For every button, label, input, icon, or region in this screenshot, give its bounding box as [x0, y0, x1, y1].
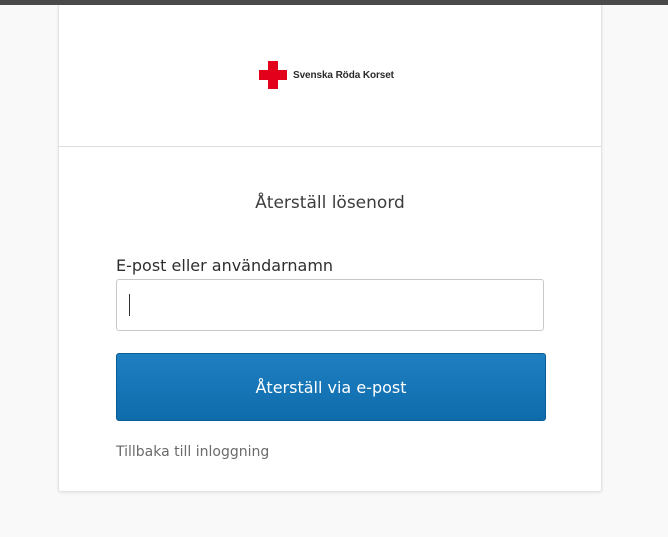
identifier-label: E-post eller användarnamn [116, 256, 334, 275]
card-header: Svenska Röda Korset [59, 5, 601, 147]
identifier-input[interactable] [116, 279, 544, 331]
page-title: Återställ lösenord [255, 193, 405, 213]
red-cross-icon [259, 61, 287, 89]
brand-logo: Svenska Röda Korset [259, 61, 394, 89]
brand-name: Svenska Röda Korset [293, 69, 394, 81]
back-to-login-link[interactable]: Tillbaka till inloggning [116, 444, 269, 460]
password-reset-card: Svenska Röda Korset Återställ lösenord E… [58, 5, 602, 492]
reset-via-email-button[interactable]: Återställ via e-post [116, 353, 546, 421]
text-cursor [129, 294, 130, 316]
